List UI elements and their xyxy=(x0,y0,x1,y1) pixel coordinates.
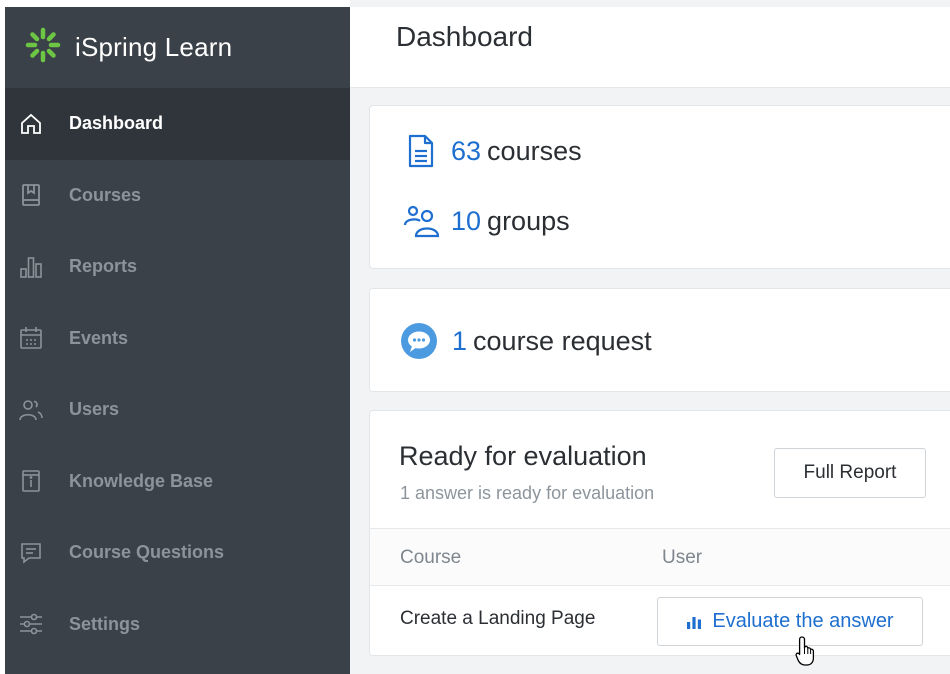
request-label: course request xyxy=(473,325,652,356)
groups-stat[interactable]: 10 groups xyxy=(403,203,570,239)
info-book-icon xyxy=(19,469,43,493)
sidebar-item-dashboard[interactable]: Dashboard xyxy=(5,88,350,160)
chat-bubble-icon xyxy=(400,322,438,360)
evaluation-subtitle: 1 answer is ready for evaluation xyxy=(400,483,655,503)
sidebar-item-knowledge-base[interactable]: Knowledge Base xyxy=(5,446,350,518)
sidebar-item-events[interactable]: Events xyxy=(5,303,350,375)
document-icon xyxy=(403,133,439,169)
course-request-card: 1 course request xyxy=(369,288,950,392)
header: Dashboard xyxy=(350,7,950,88)
groups-count: 10 xyxy=(451,205,482,236)
course-name: Create a Landing Page xyxy=(400,608,596,629)
book-icon xyxy=(19,183,43,207)
sidebar-item-label: Course Questions xyxy=(69,542,225,563)
sidebar-item-label: Dashboard xyxy=(69,113,164,134)
sidebar-item-label: Reports xyxy=(69,256,138,277)
full-report-button[interactable]: Full Report xyxy=(774,448,926,498)
sidebar-item-label: Knowledge Base xyxy=(69,470,214,491)
users-icon xyxy=(19,398,43,422)
sidebar: iSpring Learn Dashboard Courses Reports … xyxy=(5,7,350,674)
ispring-sparkle-icon xyxy=(25,27,61,68)
request-count: 1 xyxy=(452,325,468,356)
courses-count: 63 xyxy=(451,135,482,166)
sidebar-item-label: Settings xyxy=(69,613,141,634)
sidebar-item-courses[interactable]: Courses xyxy=(5,160,350,232)
sidebar-item-settings[interactable]: Settings xyxy=(5,589,350,661)
logo[interactable]: iSpring Learn xyxy=(5,7,350,88)
table-header: Course User xyxy=(370,528,950,586)
courses-label: courses xyxy=(487,135,582,166)
stats-card: 63 courses 10 groups xyxy=(369,105,950,269)
table-row: Create a Landing Page Evaluate the answe… xyxy=(370,586,950,656)
calendar-icon xyxy=(19,326,43,350)
app-window: iSpring Learn Dashboard Courses Reports … xyxy=(0,0,950,674)
main-content: Dashboard 63 courses 10 groups 1 course … xyxy=(350,0,950,674)
sidebar-item-course-questions[interactable]: Course Questions xyxy=(5,517,350,589)
sliders-icon xyxy=(19,612,43,636)
sidebar-item-users[interactable]: Users xyxy=(5,374,350,446)
app-name: iSpring Learn xyxy=(75,32,233,62)
evaluate-answer-label: Evaluate the answer xyxy=(712,610,894,632)
page-title: Dashboard xyxy=(396,21,533,52)
evaluation-card: Ready for evaluation 1 answer is ready f… xyxy=(369,410,950,656)
hand-cursor-icon xyxy=(795,636,815,666)
groups-label: groups xyxy=(487,205,570,236)
chat-square-icon xyxy=(19,541,43,565)
home-icon xyxy=(19,112,43,136)
sidebar-item-label: Events xyxy=(69,327,129,348)
column-header-course: Course xyxy=(400,547,462,568)
bar-chart-icon xyxy=(687,616,702,629)
evaluation-title: Ready for evaluation xyxy=(399,441,647,471)
users-group-icon xyxy=(403,203,440,239)
column-header-user: User xyxy=(662,547,703,568)
evaluate-answer-button[interactable]: Evaluate the answer xyxy=(657,597,923,646)
courses-stat[interactable]: 63 courses xyxy=(403,133,582,169)
sidebar-item-reports[interactable]: Reports xyxy=(5,231,350,303)
sidebar-item-label: Courses xyxy=(69,184,142,205)
bar-chart-icon xyxy=(19,255,43,279)
course-request-link[interactable]: 1 course request xyxy=(400,322,652,360)
sidebar-item-label: Users xyxy=(69,399,120,420)
